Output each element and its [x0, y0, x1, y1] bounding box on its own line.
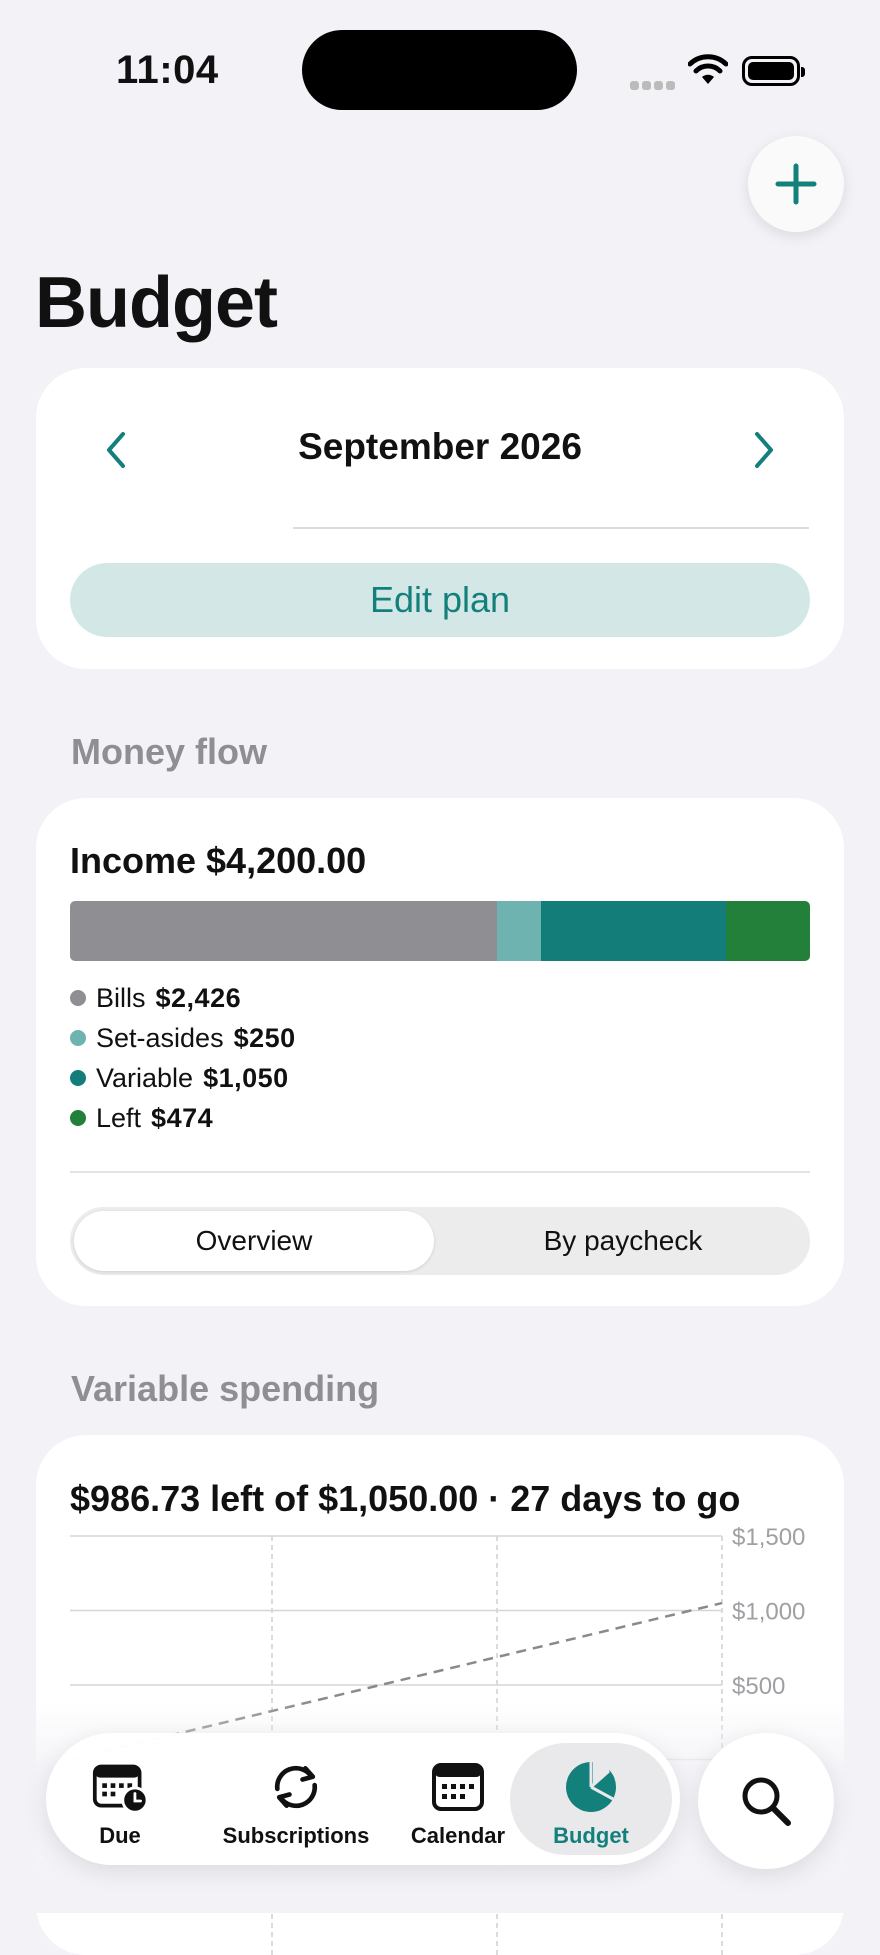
view-toggle: Overview By paycheck [70, 1207, 810, 1275]
tab-bar: Due Subscriptions Calendar Budget [46, 1733, 680, 1865]
calendar-clock-icon [92, 1759, 148, 1815]
battery-icon [742, 56, 805, 86]
tab-calendar-label: Calendar [410, 1823, 506, 1848]
wifi-icon [688, 54, 728, 84]
money-flow-bar [70, 901, 810, 961]
legend-item: Left $474 [70, 1098, 296, 1138]
divider [293, 527, 809, 529]
by-paycheck-tab[interactable]: By paycheck [440, 1211, 806, 1271]
legend-item: Variable $1,050 [70, 1058, 296, 1098]
edit-plan-button[interactable]: Edit plan [70, 563, 810, 637]
overview-tab[interactable]: Overview [74, 1211, 434, 1271]
tab-subscriptions-label: Subscriptions [222, 1823, 370, 1848]
page-title: Budget [35, 263, 278, 343]
tab-due[interactable]: Due [60, 1733, 180, 1865]
search-button[interactable] [698, 1733, 834, 1869]
y-tick-label: $500 [732, 1673, 785, 1700]
legend-dot [70, 1070, 86, 1086]
legend-amount: $1,050 [203, 1062, 289, 1093]
tab-budget-label: Budget [553, 1823, 629, 1848]
money-flow-legend: Bills $2,426 Set-asides $250 Variable $1,050 L… [70, 978, 296, 1138]
legend-item: Set-asides $250 [70, 1018, 296, 1058]
legend-dot [70, 990, 86, 1006]
refresh-icon [268, 1759, 324, 1815]
tab-subscriptions[interactable]: Subscriptions [216, 1733, 376, 1865]
money-flow-card: Income $4,200.00 Bills $2,426 Set-asides $2… [36, 798, 844, 1306]
flow-segment-variable [541, 901, 727, 961]
legend-label: Variable [96, 1062, 194, 1093]
income-label: Income $4,200.00 [70, 840, 367, 881]
variable-spending-section-title: Variable spending [71, 1368, 380, 1409]
flow-segment-left [726, 901, 810, 961]
y-tick-label: $1,000 [732, 1599, 805, 1626]
legend-label: Left [96, 1102, 142, 1133]
legend-item: Bills $2,426 [70, 978, 296, 1018]
chevron-right-icon [755, 432, 773, 468]
y-tick-label: $1,500 [732, 1524, 805, 1551]
legend-amount: $2,426 [155, 982, 242, 1013]
calendar-icon [430, 1759, 486, 1815]
legend-label: Set-asides [96, 1022, 224, 1053]
pie-chart-icon [563, 1759, 619, 1815]
legend-amount: $250 [233, 1022, 296, 1053]
tab-budget[interactable]: Budget [510, 1743, 672, 1855]
add-button[interactable] [748, 136, 844, 232]
dynamic-island [302, 30, 577, 110]
status-time: 11:04 [116, 48, 219, 92]
money-flow-section-title: Money flow [71, 731, 267, 772]
tab-due-label: Due [99, 1823, 141, 1848]
legend-label: Bills [96, 982, 146, 1013]
next-month-button[interactable] [744, 430, 784, 470]
flow-segment-bills [70, 901, 498, 961]
month-picker-card: September 2026 Edit plan [36, 368, 844, 669]
flow-segment-set-asides [497, 901, 542, 961]
cellular-signal-icon [630, 77, 678, 95]
tab-calendar[interactable]: Calendar [398, 1733, 518, 1865]
legend-dot [70, 1110, 86, 1126]
legend-dot [70, 1030, 86, 1046]
month-label: September 2026 [298, 426, 582, 467]
search-icon [742, 1777, 791, 1826]
legend-amount: $474 [151, 1102, 214, 1133]
plus-icon [775, 163, 817, 205]
divider [70, 1171, 810, 1173]
